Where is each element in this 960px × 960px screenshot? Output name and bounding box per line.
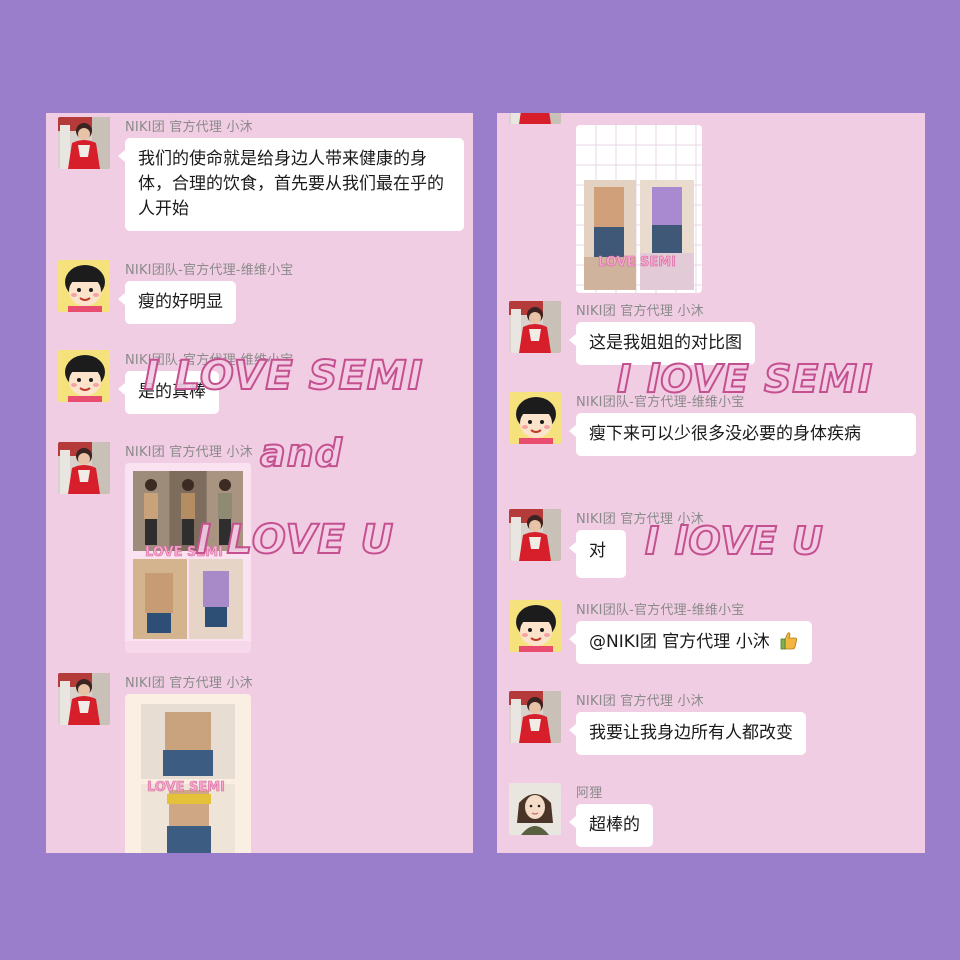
message-bubble[interactable]: 瘦的好明显	[118, 281, 236, 324]
thumbs-up-icon	[779, 631, 799, 651]
waist-comparison-photo	[125, 694, 251, 853]
red-dress-avatar[interactable]	[509, 301, 561, 353]
red-dress-avatar[interactable]	[509, 509, 561, 561]
sender-name: NIKI团队-官方代理-维维小宝	[125, 353, 294, 368]
sender-name: NIKI团 官方代理 小沐	[576, 512, 704, 527]
sender-name: 阿狸	[576, 786, 603, 801]
image-caption: LOVE SEMI	[145, 545, 224, 561]
message-bubble[interactable]: 对	[569, 530, 626, 578]
red-dress-avatar[interactable]	[58, 117, 110, 169]
sender-name: NIKI团 官方代理 小沐	[125, 120, 253, 135]
sender-name: NIKI团 官方代理 小沐	[125, 445, 253, 460]
chat-screenshot-left: NIKI团 官方代理 小沐 我们的使命就是给身边人带来健康的身体，合理的饮食，首…	[46, 113, 473, 853]
woman-portrait-avatar[interactable]	[509, 783, 561, 835]
sender-name: NIKI团队-官方代理-维维小宝	[576, 603, 745, 618]
chat-screenshot-right: LOVE SEMI NIKI团 官方代理 小沐 这是我姐姐的对比图 NIKI团队…	[497, 113, 925, 853]
sender-name: NIKI团 官方代理 小沐	[576, 694, 704, 709]
cartoon-girl-avatar[interactable]	[58, 260, 110, 312]
red-dress-avatar[interactable]	[509, 691, 561, 743]
red-dress-avatar[interactable]	[58, 673, 110, 725]
mention-text: @NIKI团 官方代理 小沐	[589, 632, 770, 652]
cartoon-girl-avatar[interactable]	[509, 392, 561, 444]
image-caption: LOVE SEMI	[147, 780, 226, 796]
shared-image[interactable]: LOVE SEMI	[125, 694, 251, 853]
shared-image[interactable]: LOVE SEMI	[576, 125, 702, 293]
sender-name: NIKI团队-官方代理-维维小宝	[576, 395, 745, 410]
sender-name: NIKI团 官方代理 小沐	[576, 304, 704, 319]
sender-name: NIKI团队-官方代理-维维小宝	[125, 263, 294, 278]
message-bubble[interactable]: 是的真棒	[118, 371, 219, 414]
image-caption: LOVE SEMI	[598, 255, 677, 271]
message-bubble[interactable]: 超棒的	[569, 804, 653, 847]
shared-image[interactable]: LOVE SEMI	[125, 463, 251, 653]
cartoon-girl-avatar[interactable]	[509, 600, 561, 652]
red-dress-avatar[interactable]	[58, 442, 110, 494]
cartoon-girl-avatar[interactable]	[58, 350, 110, 402]
message-bubble[interactable]: 瘦下来可以少很多没必要的身体疾病	[569, 413, 916, 456]
message-bubble[interactable]: @NIKI团 官方代理 小沐	[568, 621, 813, 664]
message-bubble[interactable]: 我要让我身边所有人都改变	[569, 712, 806, 755]
red-dress-avatar[interactable]	[509, 113, 561, 124]
overlay-text-and: and	[259, 430, 343, 476]
sender-name: NIKI团 官方代理 小沐	[125, 676, 253, 691]
message-bubble[interactable]: 我们的使命就是给身边人带来健康的身体，合理的饮食，首先要从我们最在乎的人开始	[118, 138, 464, 231]
message-bubble[interactable]: 这是我姐姐的对比图	[569, 322, 755, 365]
